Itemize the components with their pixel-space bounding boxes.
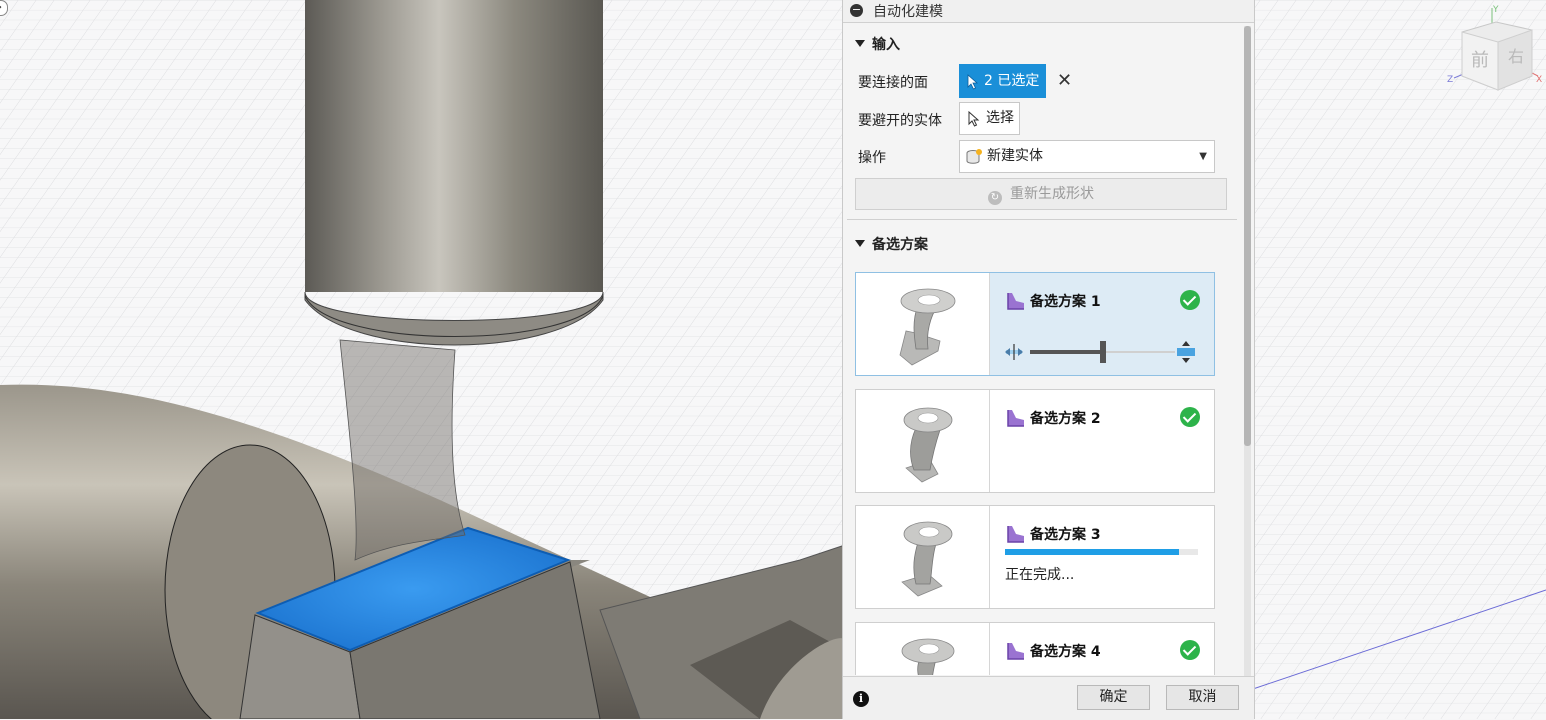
faces-select-button[interactable]: 2 已选定 <box>959 64 1046 98</box>
generative-shape-icon <box>1007 410 1024 427</box>
complete-check-icon <box>1180 407 1200 427</box>
faces-label: 要连接的面 <box>858 75 928 91</box>
cancel-button[interactable]: 取消 <box>1166 685 1239 710</box>
panel-scrollbar[interactable] <box>1244 26 1251 676</box>
alternative-thumbnail <box>856 623 990 675</box>
alternative-card[interactable]: 备选方案 4 <box>855 622 1215 675</box>
alternative-card[interactable]: 备选方案 2 <box>855 389 1215 493</box>
alternatives-section-heading[interactable]: 备选方案 <box>855 234 928 254</box>
avoid-label: 要避开的实体 <box>858 113 942 129</box>
3d-viewport[interactable] <box>0 0 1546 719</box>
operation-label: 操作 <box>858 150 886 166</box>
shape-slider[interactable] <box>1004 339 1195 365</box>
slider-fill <box>1030 350 1100 354</box>
panel-titlebar[interactable]: − 自动化建模 <box>843 0 1254 23</box>
compress-icon <box>1005 344 1023 360</box>
slider-thumb[interactable] <box>1100 341 1106 363</box>
regenerate-button[interactable]: ↻ 重新生成形状 <box>855 178 1227 210</box>
alternative-thumbnail <box>856 273 990 375</box>
alternative-name: 备选方案 2 <box>1030 411 1101 427</box>
expand-icon <box>1177 341 1195 363</box>
cursor-icon <box>967 74 979 90</box>
axis-x-label: X <box>1536 75 1542 85</box>
viewcube-right: 右 <box>1508 47 1524 66</box>
generative-shape-icon <box>1007 526 1024 543</box>
complete-check-icon <box>1180 290 1200 310</box>
alternative-name: 备选方案 3 <box>1030 527 1101 543</box>
alternative-name: 备选方案 4 <box>1030 644 1101 660</box>
avoid-select-button[interactable]: 选择 <box>959 102 1020 135</box>
alternative-thumbnail <box>856 390 990 492</box>
alternative-card[interactable]: 备选方案 3 正在完成... <box>855 505 1215 609</box>
divider <box>847 219 1237 220</box>
status-text: 正在完成... <box>1005 567 1075 583</box>
complete-check-icon <box>1180 640 1200 660</box>
new-body-icon <box>966 149 982 164</box>
panel-footer: i 确定 取消 <box>843 676 1254 720</box>
progress-fill <box>1005 549 1179 555</box>
generative-shape-icon <box>1007 643 1024 660</box>
panel-title: 自动化建模 <box>873 4 943 20</box>
alternative-name: 备选方案 1 <box>1030 294 1101 310</box>
generative-shape-icon <box>1007 293 1024 310</box>
input-section-heading[interactable]: 输入 <box>855 34 900 54</box>
cursor-icon <box>968 111 980 127</box>
viewcube[interactable]: 前 右 Y Z X <box>1440 2 1544 98</box>
clear-selection-icon[interactable]: ✕ <box>1057 71 1072 91</box>
axis-z-label: Z <box>1447 75 1453 85</box>
alternative-card[interactable]: 备选方案 1 <box>855 272 1215 376</box>
info-icon[interactable]: i <box>853 691 869 707</box>
automated-modeling-panel: − 自动化建模 输入 要连接的面 2 已选定 ✕ 要避开的实体 选择 操作 新建… <box>842 0 1255 720</box>
ok-button[interactable]: 确定 <box>1077 685 1150 710</box>
axis-y-label: Y <box>1492 5 1499 15</box>
chevron-down-icon: ▼ <box>1199 151 1207 162</box>
cylinder-body <box>305 0 603 292</box>
operation-dropdown[interactable]: 新建实体 ▼ <box>959 140 1215 173</box>
progress-bar <box>1005 549 1198 555</box>
expand-triangle-icon <box>855 40 865 47</box>
refresh-icon: ↻ <box>988 191 1002 205</box>
expand-triangle-icon <box>855 240 865 247</box>
alternatives-list: 备选方案 1 备选方案 2 备选方案 3 正在完成... 备选方案 4 <box>855 271 1217 675</box>
alternative-thumbnail <box>856 506 990 608</box>
generated-connector <box>339 339 466 561</box>
scrollbar-thumb[interactable] <box>1244 26 1251 446</box>
collapse-panel-icon[interactable]: − <box>850 4 863 17</box>
viewcube-front: 前 <box>1471 50 1489 71</box>
